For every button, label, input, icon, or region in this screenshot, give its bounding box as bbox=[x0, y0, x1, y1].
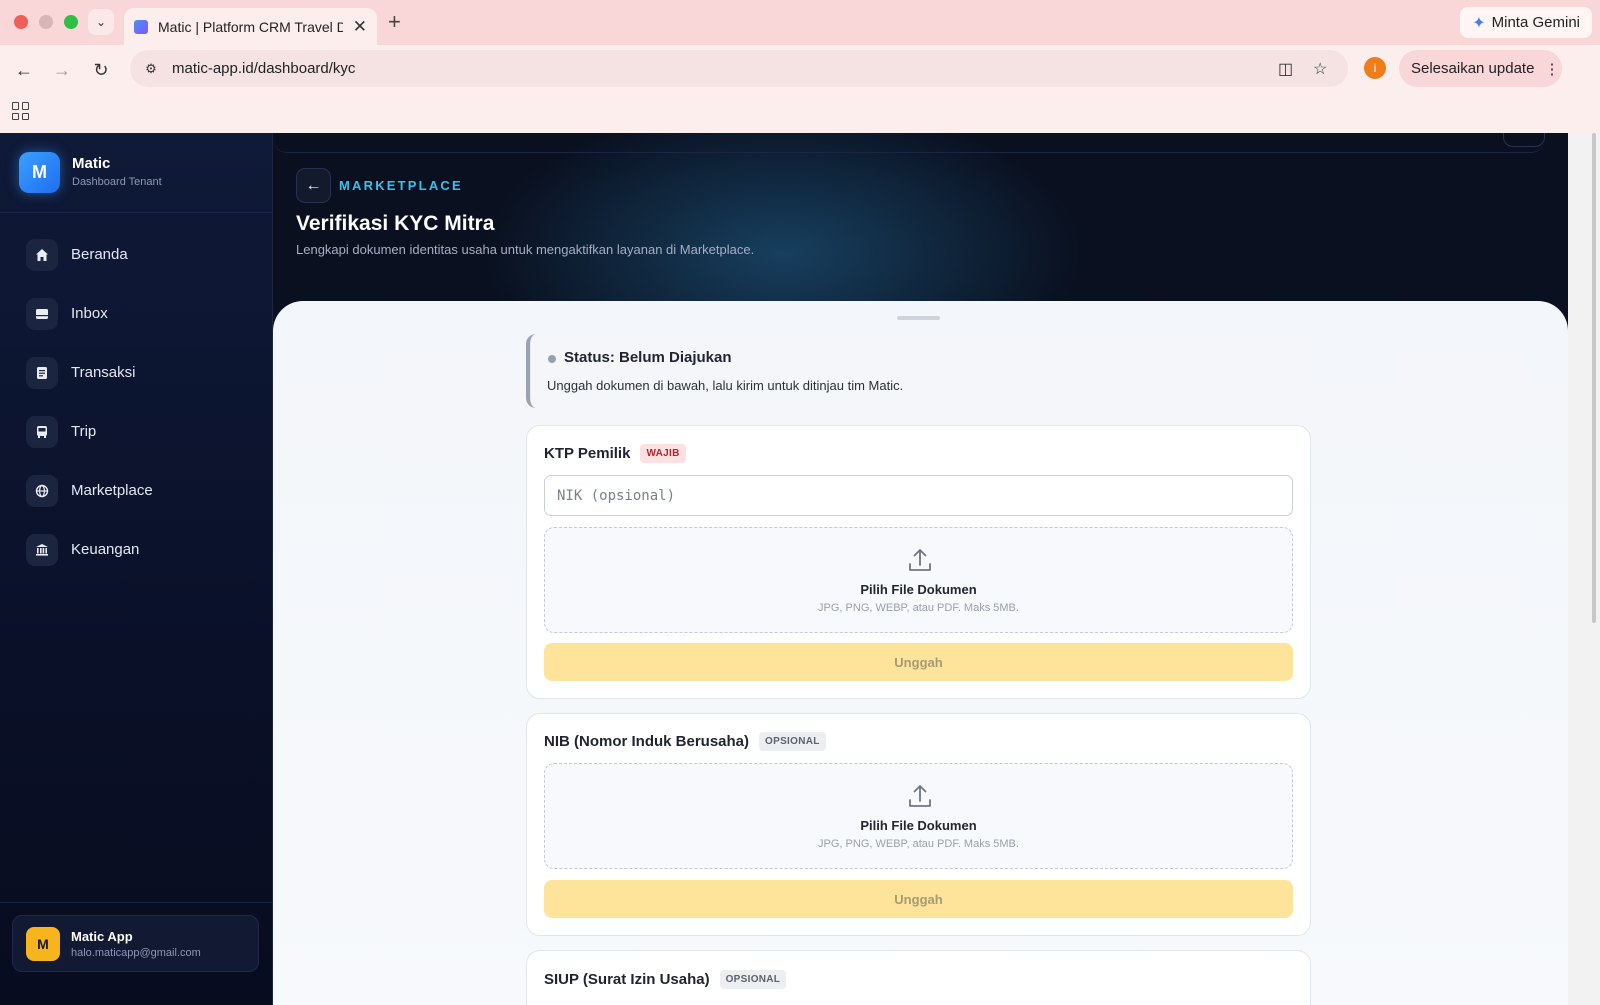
upload-icon bbox=[909, 549, 931, 571]
user-profile-card[interactable]: M Matic App halo.maticapp@gmail.com bbox=[12, 915, 259, 972]
sidebar-item-marketplace[interactable]: Marketplace bbox=[0, 461, 272, 520]
inbox-icon bbox=[26, 297, 58, 330]
optional-badge: OPSIONAL bbox=[719, 970, 787, 989]
sidebar: M Matic Dashboard Tenant Beranda Inbox T… bbox=[0, 133, 273, 1005]
upload-button[interactable]: Unggah bbox=[544, 880, 1293, 918]
status-banner: Status: Belum Diajukan Unggah dokumen di… bbox=[526, 334, 1310, 408]
url-text: matic-app.id/dashboard/kyc bbox=[172, 60, 356, 77]
receipt-icon bbox=[26, 356, 58, 389]
sidebar-menu: Beranda Inbox Transaksi Trip Marketplace bbox=[0, 225, 272, 579]
document-title: NIB (Nomor Induk Berusaha) bbox=[544, 733, 750, 750]
sidebar-item-keuangan[interactable]: Keuangan bbox=[0, 520, 272, 579]
divider bbox=[0, 902, 272, 903]
sparkle-icon: ✦ bbox=[1472, 14, 1486, 32]
file-dropzone[interactable]: Pilih File Dokumen JPG, PNG, WEBP, atau … bbox=[544, 763, 1293, 869]
brand-name: Matic bbox=[72, 155, 111, 172]
document-card-ktp: KTP Pemilik WAJIB Pilih File Dokumen JPG… bbox=[526, 425, 1311, 699]
site-settings-icon[interactable]: ⚙ bbox=[142, 60, 160, 78]
bank-icon bbox=[26, 533, 58, 566]
tab-strip: ⌄ Matic | Platform CRM Travel D ✕ + ✦ Mi… bbox=[0, 0, 1600, 45]
apps-grid-icon[interactable] bbox=[12, 102, 30, 120]
topbar bbox=[273, 133, 1545, 153]
kyc-panel: Status: Belum Diajukan Unggah dokumen di… bbox=[273, 301, 1568, 1005]
upload-button[interactable]: Unggah bbox=[544, 643, 1293, 681]
sidebar-item-label: Inbox bbox=[71, 305, 108, 322]
avatar: M bbox=[26, 927, 60, 961]
optional-badge: OPSIONAL bbox=[759, 732, 826, 751]
maximize-window-button[interactable] bbox=[64, 15, 78, 29]
profile-avatar[interactable]: i bbox=[1364, 57, 1386, 79]
document-card-siup: SIUP (Surat Izin Usaha) OPSIONAL bbox=[526, 950, 1311, 1005]
status-description: Unggah dokumen di bawah, lalu kirim untu… bbox=[547, 378, 904, 393]
sidebar-item-transaksi[interactable]: Transaksi bbox=[0, 343, 272, 402]
sidebar-item-label: Beranda bbox=[71, 246, 128, 263]
bus-icon bbox=[26, 415, 58, 448]
sidebar-item-label: Keuangan bbox=[71, 541, 140, 558]
scrollbar-thumb[interactable] bbox=[1592, 133, 1596, 623]
tab-title: Matic | Platform CRM Travel D bbox=[158, 18, 343, 35]
document-card-nib: NIB (Nomor Induk Berusaha) OPSIONAL Pili… bbox=[526, 713, 1311, 936]
close-window-button[interactable] bbox=[14, 15, 28, 29]
gemini-button[interactable]: ✦ Minta Gemini bbox=[1460, 7, 1592, 38]
dropzone-hint: JPG, PNG, WEBP, atau PDF. Maks 5MB. bbox=[818, 838, 1019, 850]
minimize-window-button[interactable] bbox=[39, 15, 53, 29]
sidebar-item-beranda[interactable]: Beranda bbox=[0, 225, 272, 284]
favicon-icon bbox=[134, 19, 148, 34]
reload-icon[interactable]: ↻ bbox=[89, 58, 113, 82]
main-content: ← MARKETPLACE Verifikasi KYC Mitra Lengk… bbox=[273, 133, 1568, 1005]
new-tab-button[interactable]: + bbox=[388, 9, 401, 35]
gemini-label: Minta Gemini bbox=[1491, 14, 1580, 31]
brand: M Matic Dashboard Tenant bbox=[0, 133, 272, 213]
install-app-icon[interactable]: ◫ bbox=[1278, 59, 1293, 79]
dropzone-title: Pilih File Dokumen bbox=[860, 818, 977, 833]
browser-tab[interactable]: Matic | Platform CRM Travel D ✕ bbox=[124, 8, 377, 45]
file-dropzone[interactable]: Pilih File Dokumen JPG, PNG, WEBP, atau … bbox=[544, 527, 1293, 633]
page-subtitle: Lengkapi dokumen identitas usaha untuk m… bbox=[296, 242, 755, 257]
page-scrollbar[interactable] bbox=[1568, 133, 1600, 1005]
update-label: Selesaikan update bbox=[1411, 60, 1535, 77]
document-title: SIUP (Surat Izin Usaha) bbox=[544, 971, 710, 988]
close-icon[interactable]: ✕ bbox=[353, 17, 367, 37]
brand-subtitle: Dashboard Tenant bbox=[72, 176, 162, 188]
required-badge: WAJIB bbox=[640, 444, 686, 463]
update-button[interactable]: Selesaikan update ⋮ bbox=[1399, 50, 1562, 87]
dropzone-title: Pilih File Dokumen bbox=[860, 582, 977, 597]
status-dot bbox=[548, 355, 556, 363]
user-name: Matic App bbox=[71, 929, 133, 944]
dropzone-hint: JPG, PNG, WEBP, atau PDF. Maks 5MB. bbox=[818, 602, 1019, 614]
topbar-action-button[interactable] bbox=[1503, 133, 1545, 147]
nik-input[interactable] bbox=[544, 475, 1293, 516]
user-email: halo.maticapp@gmail.com bbox=[71, 947, 201, 959]
forward-nav-icon[interactable]: → bbox=[50, 58, 74, 82]
sidebar-item-inbox[interactable]: Inbox bbox=[0, 284, 272, 343]
drag-handle[interactable] bbox=[897, 316, 940, 320]
globe-icon bbox=[26, 474, 58, 507]
home-icon bbox=[26, 238, 58, 271]
tab-search-button[interactable]: ⌄ bbox=[88, 9, 114, 35]
status-title: Status: Belum Diajukan bbox=[564, 349, 732, 366]
section-eyebrow: MARKETPLACE bbox=[339, 178, 463, 193]
sidebar-item-label: Trip bbox=[71, 423, 97, 440]
arrow-left-icon: ← bbox=[305, 176, 322, 194]
brand-logo: M bbox=[19, 152, 60, 193]
browser-chrome: ⌄ Matic | Platform CRM Travel D ✕ + ✦ Mi… bbox=[0, 0, 1600, 133]
document-title: KTP Pemilik bbox=[544, 445, 631, 462]
sidebar-item-trip[interactable]: Trip bbox=[0, 402, 272, 461]
bookmark-star-icon[interactable]: ☆ bbox=[1313, 59, 1327, 79]
upload-icon bbox=[909, 785, 931, 807]
more-vert-icon: ⋮ bbox=[1544, 60, 1560, 78]
page-title: Verifikasi KYC Mitra bbox=[296, 212, 495, 235]
address-bar[interactable]: ⚙ matic-app.id/dashboard/kyc ◫ ☆ bbox=[130, 50, 1348, 87]
back-button[interactable]: ← bbox=[296, 168, 331, 203]
chevron-down-icon: ⌄ bbox=[95, 15, 107, 29]
back-nav-icon[interactable]: ← bbox=[12, 58, 36, 82]
sidebar-item-label: Transaksi bbox=[71, 364, 136, 381]
sidebar-item-label: Marketplace bbox=[71, 482, 153, 499]
